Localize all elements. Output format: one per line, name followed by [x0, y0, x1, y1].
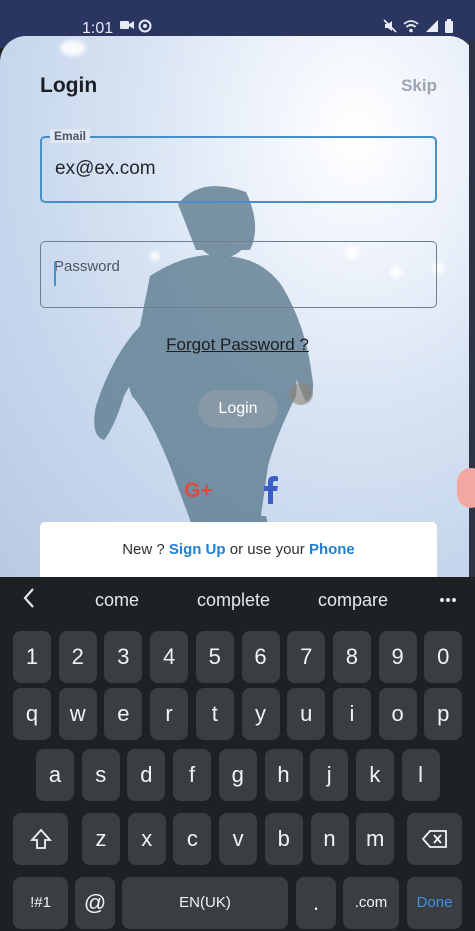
video-camera-icon: [120, 21, 134, 29]
floating-bubble[interactable]: [457, 468, 475, 508]
notification-icon: [138, 19, 152, 33]
signup-prefix: New ?: [122, 541, 169, 558]
key-f[interactable]: f: [173, 749, 212, 801]
skip-button[interactable]: Skip: [401, 76, 437, 96]
shift-icon: [29, 828, 52, 849]
key-6[interactable]: 6: [241, 631, 280, 683]
suggestion-bar: come complete compare: [0, 577, 475, 622]
key-7[interactable]: 7: [287, 631, 326, 683]
key-u[interactable]: u: [287, 688, 326, 740]
period-key[interactable]: .: [296, 877, 336, 929]
symbols-key[interactable]: !#1: [13, 877, 68, 929]
key-i[interactable]: i: [332, 688, 371, 740]
back-chevron-icon[interactable]: [22, 587, 36, 609]
at-key[interactable]: @: [75, 877, 115, 929]
key-l[interactable]: l: [401, 749, 440, 801]
page-title: Login: [40, 74, 98, 97]
facebook-icon[interactable]: [263, 476, 279, 504]
email-field[interactable]: Email ex@ex.com: [40, 129, 437, 203]
key-b[interactable]: b: [264, 813, 303, 865]
email-field-label: Email: [50, 129, 91, 143]
status-right-icons: [383, 19, 453, 33]
key-k[interactable]: k: [355, 749, 394, 801]
key-w[interactable]: w: [58, 688, 97, 740]
key-4[interactable]: 4: [150, 631, 189, 683]
key-5[interactable]: 5: [195, 631, 234, 683]
text-cursor: [54, 262, 56, 286]
login-button[interactable]: Login: [198, 390, 278, 428]
key-s[interactable]: s: [81, 749, 120, 801]
key-m[interactable]: m: [356, 813, 395, 865]
signup-card: New ? Sign Up or use your Phone: [40, 522, 437, 582]
space-key[interactable]: EN(UK): [122, 877, 288, 929]
google-plus-icon[interactable]: G+: [184, 479, 213, 503]
signal-icon: [426, 20, 438, 32]
key-d[interactable]: d: [127, 749, 166, 801]
key-a[interactable]: a: [36, 749, 74, 801]
done-key[interactable]: Done: [407, 877, 462, 929]
password-field-placeholder: Password: [54, 258, 120, 275]
key-c[interactable]: c: [173, 813, 212, 865]
email-field-value: ex@ex.com: [55, 158, 156, 179]
key-1[interactable]: 1: [13, 631, 51, 683]
key-8[interactable]: 8: [332, 631, 371, 683]
key-g[interactable]: g: [218, 749, 257, 801]
phone-link[interactable]: Phone: [309, 541, 355, 558]
soft-keyboard: come complete compare 1234567890 qwertyui…: [0, 577, 475, 931]
key-e[interactable]: e: [104, 688, 143, 740]
wifi-icon: [403, 20, 419, 33]
battery-icon: [445, 19, 453, 33]
key-n[interactable]: n: [310, 813, 349, 865]
backspace-key[interactable]: [407, 813, 462, 865]
key-p[interactable]: p: [424, 688, 463, 740]
mute-icon: [383, 19, 397, 33]
suggestion-item[interactable]: compare: [318, 590, 388, 611]
suggestion-item[interactable]: come: [95, 590, 139, 611]
signup-middle: or use your: [225, 541, 309, 558]
shift-key[interactable]: [13, 813, 68, 865]
key-x[interactable]: x: [127, 813, 166, 865]
sign-up-link[interactable]: Sign Up: [169, 541, 226, 558]
key-r[interactable]: r: [150, 688, 189, 740]
key-y[interactable]: y: [241, 688, 280, 740]
suggestion-item[interactable]: complete: [197, 590, 270, 611]
key-0[interactable]: 0: [424, 631, 463, 683]
password-field[interactable]: Password: [40, 241, 437, 308]
key-3[interactable]: 3: [104, 631, 143, 683]
more-options-icon[interactable]: [439, 597, 457, 603]
key-9[interactable]: 9: [378, 631, 417, 683]
login-sheet: Login Skip Email ex@ex.com Password Forg…: [0, 36, 475, 581]
key-v[interactable]: v: [219, 813, 258, 865]
login-screen: 1:01 Login Skip Email ex@ex.com Password…: [0, 0, 475, 931]
key-2[interactable]: 2: [58, 631, 97, 683]
key-t[interactable]: t: [195, 688, 234, 740]
key-q[interactable]: q: [13, 688, 51, 740]
background-photo-performer: [94, 186, 314, 581]
status-left-icons: [120, 19, 152, 33]
backspace-icon: [421, 830, 447, 848]
dotcom-key[interactable]: .com: [343, 877, 399, 929]
forgot-password-link[interactable]: Forgot Password ?: [0, 335, 475, 355]
key-z[interactable]: z: [82, 813, 120, 865]
key-j[interactable]: j: [310, 749, 349, 801]
key-h[interactable]: h: [264, 749, 303, 801]
key-o[interactable]: o: [378, 688, 417, 740]
